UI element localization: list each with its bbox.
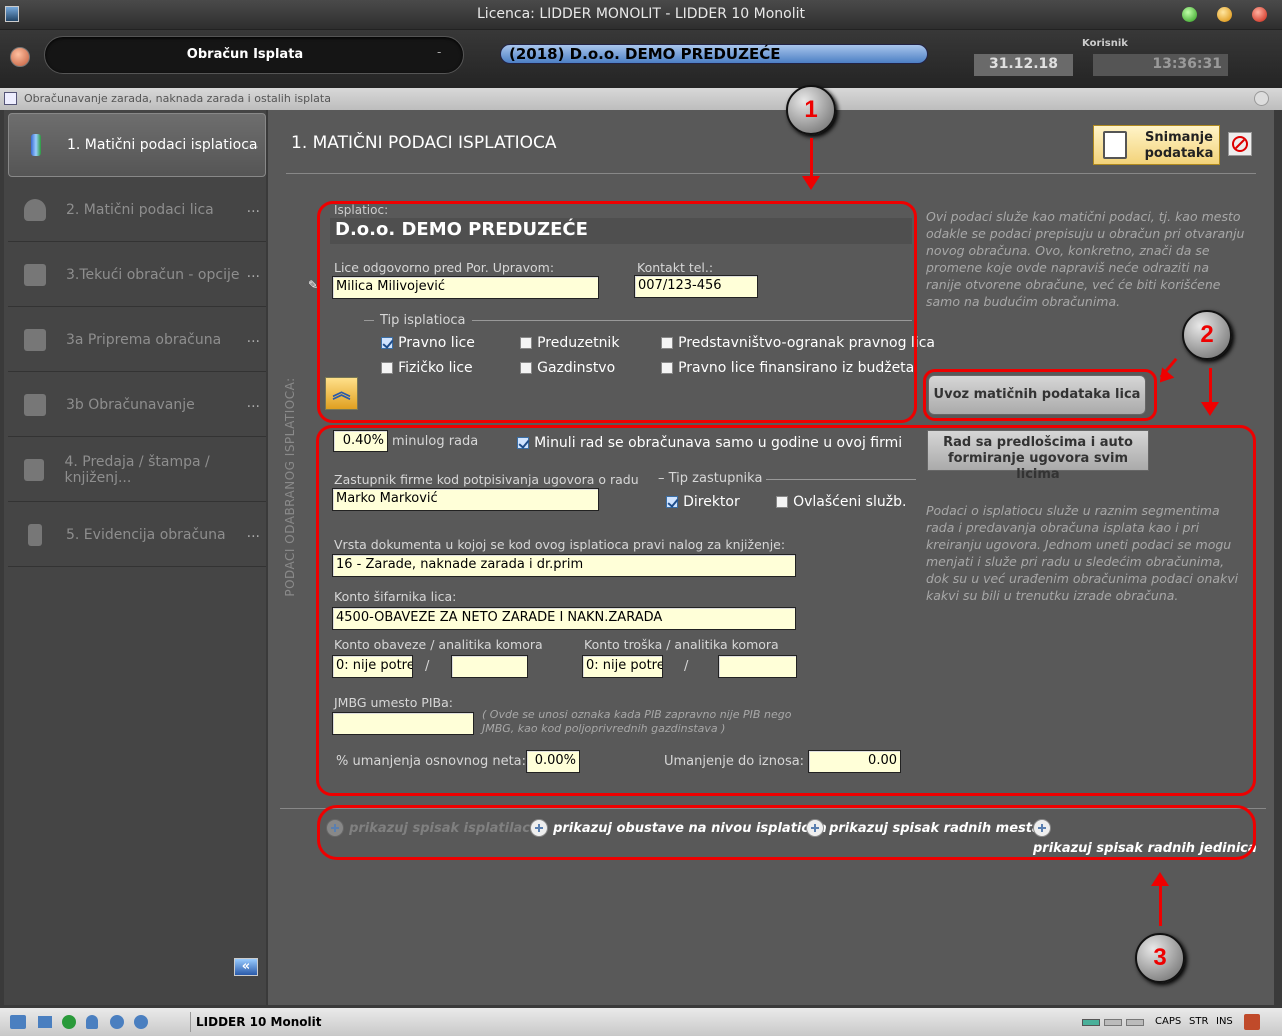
app-header: Obračun Isplata - (2018) D.o.o. DEMO PRE… <box>0 30 1282 88</box>
vertical-section-label: PODACI ODABRANOG ISPLATIOCA: <box>283 377 297 597</box>
arrow-1-head <box>802 176 820 190</box>
building-icon <box>31 134 41 156</box>
sidebar-item-dots: ... <box>246 330 260 346</box>
callout-3: 3 <box>1135 933 1185 983</box>
status-divider <box>190 1012 191 1032</box>
ins-indicator: INS <box>1216 1016 1233 1027</box>
company-name-bar: (2018) D.o.o. DEMO PREDUZEĆE <box>500 44 928 64</box>
person-icon <box>24 198 46 221</box>
callout-2: 2 <box>1182 310 1232 360</box>
sidebar-item-dots: ... <box>246 395 260 411</box>
module-name: Obračun Isplata <box>186 47 304 62</box>
save-button-label: Snimanje podataka <box>1144 130 1214 161</box>
form-icon <box>4 92 17 105</box>
page-title: 1. MATIČNI PODACI ISPLATIOCA <box>291 133 557 153</box>
sidebar-item-priprema[interactable]: 3a Priprema obračuna ... <box>8 308 266 372</box>
status-bar: LIDDER 10 Monolit CAPS STR INS <box>0 1008 1282 1036</box>
arrow-2b <box>1209 368 1212 404</box>
str-indicator: STR <box>1189 1016 1209 1027</box>
check-icon[interactable] <box>110 1015 124 1029</box>
window-title: Licenca: LIDDER MONOLIT - LIDDER 10 Mono… <box>477 6 805 22</box>
form-caption-bar: Obračunavanje zarada, naknada zarada i o… <box>0 88 1282 110</box>
sidebar-item-label: 5. Evidencija obračuna <box>66 526 226 543</box>
sidebar-item-maticni-isplatioca[interactable]: 1. Matični podaci isplatioca ... <box>8 113 266 177</box>
sidebar-item-label: 3.Tekući obračun - opcije <box>66 266 240 283</box>
window-title-bar: Licenca: LIDDER MONOLIT - LIDDER 10 Mono… <box>0 0 1282 30</box>
window-icon[interactable] <box>38 1016 52 1028</box>
sidebar: 1. Matični podaci isplatioca ... 2. Mati… <box>4 110 266 1005</box>
minimize-button[interactable] <box>1217 7 1232 22</box>
sidebar-item-dots: ... <box>245 136 259 152</box>
arrow-2b-head <box>1201 402 1219 416</box>
highlight-box-uvoz <box>923 369 1157 421</box>
arrow-1 <box>810 138 813 178</box>
collapse-sidebar-button[interactable]: « <box>234 958 258 976</box>
callout-1: 1 <box>786 85 836 135</box>
database-info-icon <box>24 458 45 481</box>
document-stack-icon <box>24 328 46 351</box>
highlight-box-2 <box>316 425 1256 796</box>
progress-indicator <box>1104 1019 1122 1026</box>
caps-indicator: CAPS <box>1155 1016 1182 1027</box>
sidebar-item-label: 2. Matični podaci lica <box>66 201 214 218</box>
status-app-name: LIDDER 10 Monolit <box>196 1015 322 1029</box>
database-icon <box>28 523 42 546</box>
module-selector[interactable]: Obračun Isplata - <box>44 36 464 74</box>
sidebar-item-tekuci-obracun[interactable]: 3.Tekući obračun - opcije ... <box>8 243 266 307</box>
maximize-button[interactable] <box>1182 7 1197 22</box>
save-button[interactable]: Snimanje podataka <box>1093 125 1220 165</box>
sidebar-item-label: 4. Predaja / štampa / knjiženj... <box>64 453 210 486</box>
info-icon[interactable] <box>134 1015 148 1029</box>
sidebar-item-obracunavanje[interactable]: 3b Obračunavanje ... <box>8 373 266 437</box>
globe-icon[interactable] <box>62 1015 76 1029</box>
highlight-box-1 <box>317 201 917 423</box>
sidebar-item-dots: ... <box>246 200 260 216</box>
sidebar-item-dots: ... <box>246 265 260 281</box>
sidebar-item-maticni-lica[interactable]: 2. Matični podaci lica ... <box>8 178 266 242</box>
info-text-maticni: Ovi podaci služe kao matični podaci, tj.… <box>926 209 1245 309</box>
sidebar-item-label: 3a Priprema obračuna <box>66 331 222 348</box>
progress-indicator <box>1126 1019 1144 1026</box>
sidebar-item-dots: ... <box>246 525 260 541</box>
date-display: 31.12.18 <box>974 54 1073 76</box>
database-gear-icon <box>24 263 46 286</box>
module-dropdown-icon: - <box>437 45 442 59</box>
company-name: (2018) D.o.o. DEMO PREDUZEĆE <box>509 45 781 63</box>
time-display: 13:36:31 <box>1093 54 1228 76</box>
close-button[interactable] <box>1252 7 1267 22</box>
clipboard-pen-icon <box>1103 131 1127 159</box>
highlight-box-3 <box>317 805 1256 860</box>
sidebar-item-label: 3b Obračunavanje <box>66 396 195 413</box>
title-divider <box>286 173 1256 174</box>
user-label: Korisnik <box>1082 38 1128 49</box>
user-icon[interactable] <box>86 1015 98 1029</box>
network-icon[interactable] <box>10 1015 26 1029</box>
database-cog-icon <box>24 393 46 416</box>
settings-icon[interactable] <box>1244 1014 1260 1030</box>
form-caption: Obračunavanje zarada, naknada zarada i o… <box>24 92 331 105</box>
sidebar-item-evidencija[interactable]: 5. Evidencija obračuna ... <box>8 503 266 567</box>
sidebar-item-label: 1. Matični podaci isplatioca <box>67 137 258 153</box>
arrow-3 <box>1159 884 1162 926</box>
power-icon[interactable] <box>10 47 30 67</box>
cancel-button[interactable] <box>1228 132 1252 156</box>
no-entry-icon <box>1232 136 1248 152</box>
progress-indicator <box>1082 1019 1100 1026</box>
form-close-icon[interactable] <box>1254 91 1269 106</box>
sidebar-item-predaja[interactable]: 4. Predaja / štampa / knjiženj... <box>8 438 266 502</box>
